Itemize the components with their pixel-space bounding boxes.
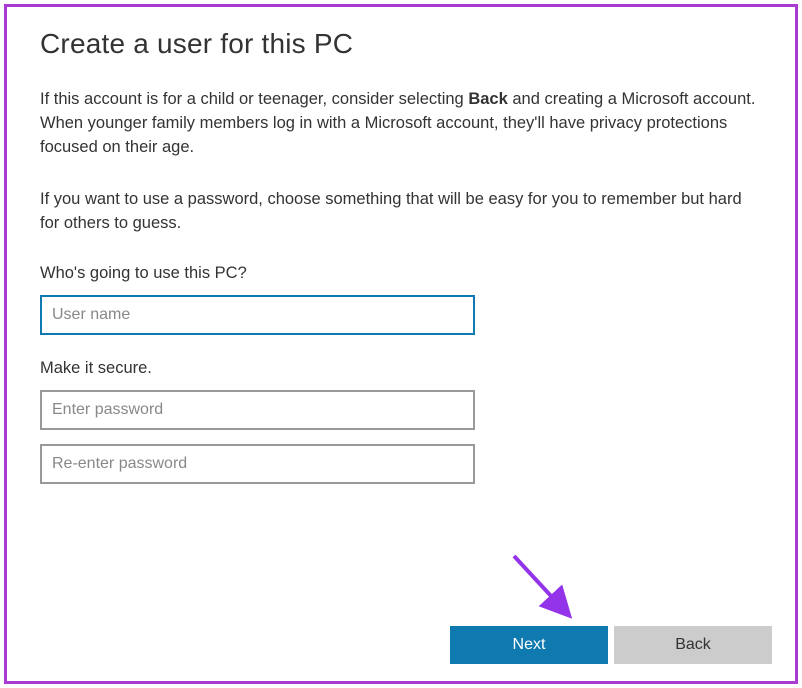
button-row: Next Back: [450, 626, 772, 664]
next-button[interactable]: Next: [450, 626, 608, 664]
dialog-border: [4, 4, 798, 684]
back-button[interactable]: Back: [614, 626, 772, 664]
